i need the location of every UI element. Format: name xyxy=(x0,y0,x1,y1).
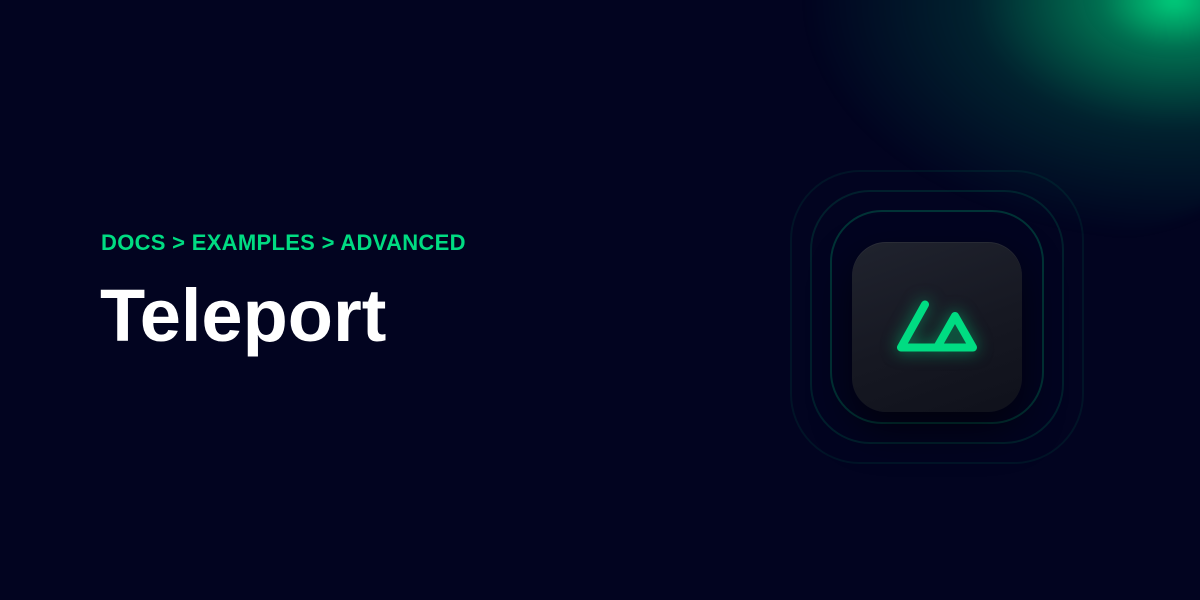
nuxt-logo-icon xyxy=(897,300,977,352)
logo-tile xyxy=(852,242,1022,412)
breadcrumb: DOCS > EXAMPLES > ADVANCED xyxy=(101,230,466,255)
logo-badge xyxy=(760,150,1120,490)
og-image-canvas: DOCS > EXAMPLES > ADVANCED Teleport xyxy=(0,0,1200,600)
page-title: Teleport xyxy=(100,274,387,357)
